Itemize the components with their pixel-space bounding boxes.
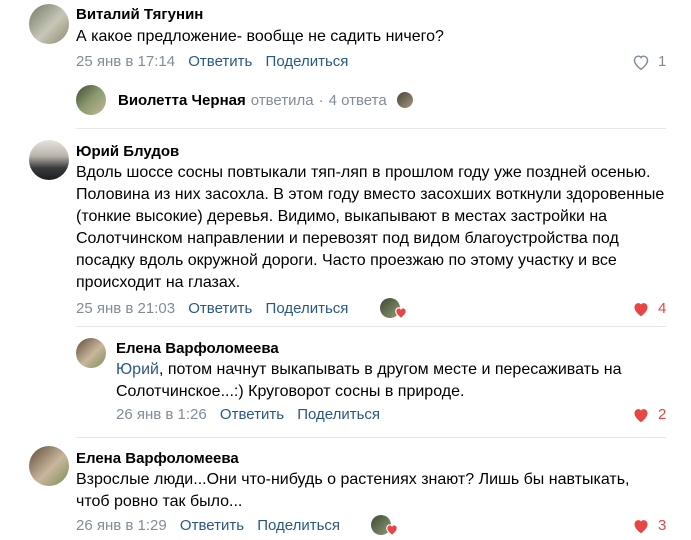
comment-author[interactable]: Юрий Блудов [76,143,179,160]
heart-icon [634,519,648,533]
reply-button[interactable]: Ответить [180,517,244,534]
like-count: 2 [658,406,667,423]
likers-avatars[interactable] [380,298,410,320]
thread-author[interactable]: Виолетта Черная [118,92,246,109]
avatar[interactable] [29,446,69,486]
thread-avatar-mini [396,92,413,108]
comment-body: , потом начнут выкапывать в другом месте… [116,361,622,400]
comment-text: Вдоль шоссе сосны повтыкали тяп-ляп в пр… [76,164,665,291]
reply-button[interactable]: Ответить [188,300,252,317]
like-button[interactable]: 1 [632,53,666,70]
like-button[interactable]: 3 [632,517,666,534]
replies-thread[interactable]: Виолетта Черная ответила · 4 ответа [76,85,413,115]
divider [76,326,666,327]
avatar[interactable] [29,140,69,180]
heart-icon [633,54,649,70]
comment-text: Взрослые люди...Они что-нибудь о растени… [76,471,630,510]
reply-button[interactable]: Ответить [188,53,252,70]
comment-meta: 26 янв в 1:29 Ответить Поделиться [76,517,349,534]
divider [76,437,666,438]
heart-icon [395,307,407,319]
share-button[interactable]: Поделиться [266,53,349,70]
comment-time[interactable]: 25 янв в 17:14 [76,53,175,70]
like-count: 4 [658,300,667,317]
comment-meta: 26 янв в 1:26 Ответить Поделиться [116,406,389,423]
avatar[interactable] [29,4,69,44]
thread-action: ответила [250,91,314,109]
like-count: 3 [658,517,667,534]
comment-author[interactable]: Елена Варфоломеева [76,450,239,467]
comment-text: Юрий, потом начнут выкапывать в другом м… [116,359,656,403]
thread-separator: · [318,91,324,109]
share-button[interactable]: Поделиться [266,300,349,317]
likers-avatars[interactable] [371,515,401,537]
comment-meta: 25 янв в 17:14 Ответить Поделиться [76,53,357,70]
like-button[interactable]: 4 [632,300,666,317]
mention-link[interactable]: Юрий [116,361,159,378]
comment-time[interactable]: 26 янв в 1:26 [116,406,207,423]
like-count: 1 [658,53,667,70]
comment-meta: 25 янв в 21:03 Ответить Поделиться [76,300,357,317]
comment-author[interactable]: Виталий Тягунин [76,6,203,23]
like-button[interactable]: 2 [632,406,666,423]
comment-text: А какое предложение- вообще не садить ни… [76,28,444,45]
comment-author[interactable]: Елена Варфоломеева [116,340,279,357]
thread-count[interactable]: 4 ответа [329,92,387,109]
avatar[interactable] [76,338,106,368]
comment-time[interactable]: 25 янв в 21:03 [76,300,175,317]
avatar [76,85,106,115]
share-button[interactable]: Поделиться [297,406,380,423]
reply-button[interactable]: Ответить [220,406,284,423]
share-button[interactable]: Поделиться [257,517,340,534]
heart-icon [386,524,398,536]
heart-icon [634,408,648,422]
divider [76,128,666,129]
heart-icon [634,302,648,316]
comment-time[interactable]: 26 янв в 1:29 [76,517,167,534]
